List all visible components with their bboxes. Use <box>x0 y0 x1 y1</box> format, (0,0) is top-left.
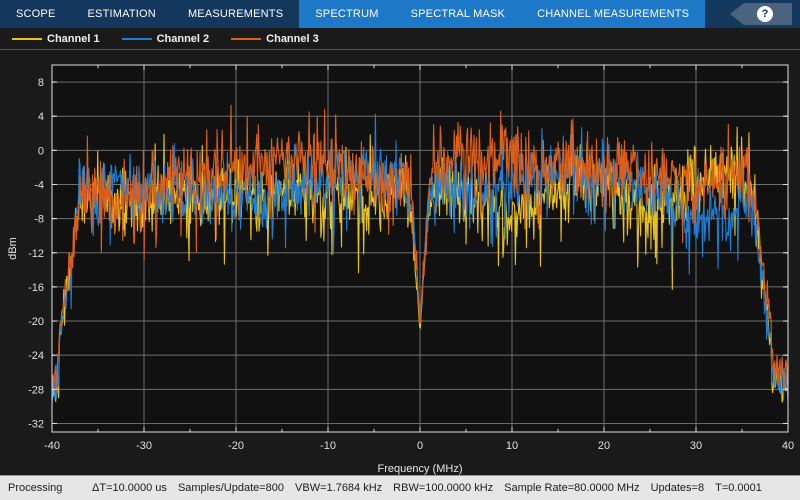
x-tick-label: 0 <box>417 440 423 452</box>
toolbar-tabstrip: SCOPE ESTIMATION MEASUREMENTS SPECTRUM S… <box>0 0 800 28</box>
x-tick-label: 30 <box>690 440 702 452</box>
x-tick-label: -20 <box>228 440 244 452</box>
y-tick-label: -8 <box>34 214 44 226</box>
y-tick-label: -16 <box>28 282 44 294</box>
tab-measurements-label: MEASUREMENTS <box>187 8 284 20</box>
tab-estimation-label: ESTIMATION <box>87 8 156 20</box>
status-fields: ΔT=10.0000 us Samples/Update=800 VBW=1.7… <box>92 482 762 494</box>
tab-spectral-mask[interactable]: SPECTRAL MASK <box>394 0 522 28</box>
x-tick-label: -10 <box>320 440 336 452</box>
status-samples-per-update: Samples/Update=800 <box>177 482 285 494</box>
tab-channel-measurements-label: CHANNEL MEASUREMENTS <box>537 8 690 20</box>
tab-spectrum[interactable]: SPECTRUM <box>299 0 395 28</box>
spectrum-analyzer-window: SCOPE ESTIMATION MEASUREMENTS SPECTRUM S… <box>0 0 800 500</box>
legend-label-channel-2: Channel 2 <box>156 32 210 45</box>
status-delta-t: ΔT=10.0000 us <box>92 482 167 494</box>
y-tick-label: 0 <box>38 145 44 157</box>
tab-spectral-mask-label: SPECTRAL MASK <box>410 8 506 20</box>
status-t: T=0.0001 <box>715 482 762 494</box>
y-tick-label: 8 <box>38 77 44 89</box>
tab-scope-label: SCOPE <box>16 8 56 20</box>
y-tick-label: -32 <box>28 418 44 430</box>
channel-legend: Channel 1 Channel 2 Channel 3 <box>0 28 800 50</box>
x-axis-label: Frequency (MHz) <box>378 463 463 475</box>
y-tick-label: -12 <box>28 248 44 260</box>
spectrum-plot[interactable]: 8 4 0 -4 -8 -12 -16 -20 -24 -28 -32 -40 -30 -20 -10 0 10… <box>0 50 800 475</box>
legend-item-channel-2[interactable]: Channel 2 <box>121 32 210 45</box>
x-tick-label: 10 <box>506 440 518 452</box>
status-bar: Processing ΔT=10.0000 us Samples/Update=… <box>0 475 800 500</box>
legend-label-channel-3: Channel 3 <box>266 32 319 45</box>
status-vbw: VBW=1.7684 kHz <box>295 482 383 494</box>
help-icon[interactable]: ? <box>757 6 773 22</box>
tab-scope[interactable]: SCOPE <box>0 0 72 28</box>
x-tick-label: -40 <box>44 440 60 452</box>
y-tick-label: -20 <box>28 316 44 328</box>
y-tick-label: -4 <box>34 179 44 191</box>
y-axis-label: dBm <box>7 237 19 260</box>
legend-item-channel-1[interactable]: Channel 1 <box>12 33 100 45</box>
tab-group-active: SPECTRUM SPECTRAL MASK CHANNEL MEASUREME… <box>299 0 706 28</box>
spectrum-plot-svg: 840-4-8-12-16-20-24-28-32-40 -30 -20 -10 0 10… <box>7 64 794 475</box>
status-processing: Processing <box>8 482 63 494</box>
x-tick-label: -30 <box>136 440 152 452</box>
y-tick-label: 4 <box>38 111 44 123</box>
legend-item-channel-3[interactable]: Channel 3 <box>231 33 319 45</box>
tab-measurements[interactable]: MEASUREMENTS <box>172 0 299 28</box>
y-tick-label: -28 <box>28 384 44 396</box>
tab-estimation[interactable]: ESTIMATION <box>72 0 172 28</box>
tab-channel-measurements[interactable]: CHANNEL MEASUREMENTS <box>521 0 706 28</box>
x-tick-label: 20 <box>598 440 610 452</box>
legend-swatch-channel-3 <box>231 37 262 40</box>
x-tick-label: 40 <box>782 440 794 452</box>
legend-label-channel-1: Channel 1 <box>47 32 100 45</box>
legend-swatch-channel-2 <box>121 37 152 40</box>
y-tick-label: -24 <box>28 350 44 362</box>
status-rbw: RBW=100.0000 kHz <box>393 482 494 494</box>
legend-swatch-channel-1 <box>12 37 42 40</box>
help-button[interactable]: ? <box>730 3 792 25</box>
tab-spectrum-label: SPECTRUM <box>315 8 379 20</box>
status-sample-rate: Sample Rate=80.0000 MHz <box>504 482 640 494</box>
status-updates: Updates=8 <box>650 482 705 494</box>
